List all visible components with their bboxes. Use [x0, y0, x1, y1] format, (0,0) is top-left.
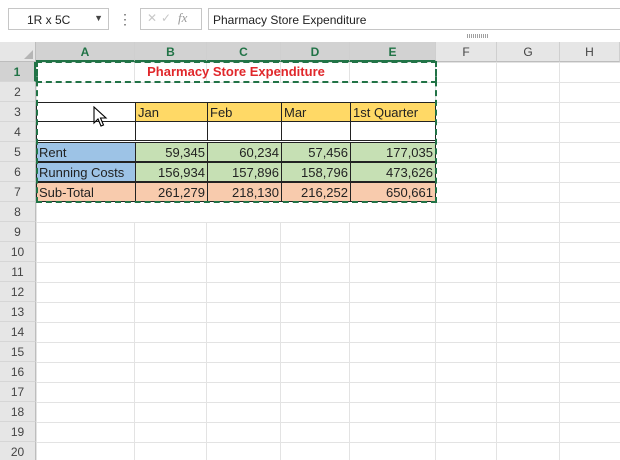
insert-function-icon[interactable]: fx: [178, 10, 187, 26]
formula-value: Pharmacy Store Expenditure: [213, 13, 367, 27]
cell-d4[interactable]: [281, 121, 351, 141]
value-rent-quarter[interactable]: 177,035: [350, 142, 436, 162]
column-header-d[interactable]: D: [281, 42, 350, 62]
row-header-20[interactable]: 20: [0, 442, 36, 460]
row-label-subtotal[interactable]: Sub-Total: [36, 182, 136, 202]
cell-a4[interactable]: [36, 121, 136, 141]
select-all-button[interactable]: [0, 42, 36, 62]
row-header-11[interactable]: 11: [0, 262, 36, 282]
row-label-running-costs[interactable]: Running Costs: [36, 162, 136, 182]
value-subtotal-mar[interactable]: 216,252: [281, 182, 351, 202]
row-header-14[interactable]: 14: [0, 322, 36, 342]
name-box[interactable]: 1R x 5C ▼: [8, 8, 109, 30]
row-header-3[interactable]: 3: [0, 102, 36, 122]
row-header-10[interactable]: 10: [0, 242, 36, 262]
sheet-title-cell[interactable]: Pharmacy Store Expenditure: [36, 62, 436, 82]
row-header-8[interactable]: 8: [0, 202, 36, 222]
value-subtotal-jan[interactable]: 261,279: [135, 182, 208, 202]
row-header-12[interactable]: 12: [0, 282, 36, 302]
formula-actions: ✕ ✓ fx: [140, 8, 202, 30]
month-header-jan[interactable]: Jan: [135, 102, 208, 122]
column-header-c[interactable]: C: [207, 42, 281, 62]
month-header-feb[interactable]: Feb: [207, 102, 282, 122]
formula-bar-area: 1R x 5C ▼ ⋮ ✕ ✓ fx Pharmacy Store Expend…: [0, 0, 620, 40]
value-rent-jan[interactable]: 59,345: [135, 142, 208, 162]
row-header-15[interactable]: 15: [0, 342, 36, 362]
value-running-quarter[interactable]: 473,626: [350, 162, 436, 182]
row-header-18[interactable]: 18: [0, 402, 36, 422]
cancel-icon[interactable]: ✕: [147, 11, 157, 25]
value-rent-feb[interactable]: 60,234: [207, 142, 282, 162]
check-icon[interactable]: ✓: [161, 11, 171, 25]
chevron-down-icon[interactable]: ▼: [94, 13, 103, 23]
row-header-7[interactable]: 7: [0, 182, 36, 202]
row-header-9[interactable]: 9: [0, 222, 36, 242]
formula-bar-resize-handle[interactable]: [467, 34, 489, 38]
row-header-5[interactable]: 5: [0, 142, 36, 162]
row-header-4[interactable]: 4: [0, 122, 36, 142]
cell-e4[interactable]: [350, 121, 436, 141]
column-header-h[interactable]: H: [560, 42, 620, 62]
value-running-mar[interactable]: 158,796: [281, 162, 351, 182]
row-header-1[interactable]: 1: [0, 62, 36, 82]
row-header-2[interactable]: 2: [0, 82, 36, 102]
grid-column-line: [559, 62, 560, 460]
cell-b4[interactable]: [135, 121, 208, 141]
column-header-g[interactable]: G: [497, 42, 560, 62]
value-running-feb[interactable]: 157,896: [207, 162, 282, 182]
spreadsheet-grid: ABCDEFGH 1 2 3 4 5 6 7 8 9 10 11 12 13 14 15 16 17 18 19 20…: [0, 42, 620, 460]
grid-column-line: [496, 62, 497, 460]
month-header-mar[interactable]: Mar: [281, 102, 351, 122]
value-subtotal-quarter[interactable]: 650,661: [350, 182, 436, 202]
cell-a3[interactable]: [36, 102, 136, 122]
row-header-19[interactable]: 19: [0, 422, 36, 442]
column-header-e[interactable]: E: [350, 42, 436, 62]
column-header-f[interactable]: F: [436, 42, 497, 62]
value-running-jan[interactable]: 156,934: [135, 162, 208, 182]
select-all-triangle-icon: [24, 50, 33, 59]
row-header-13[interactable]: 13: [0, 302, 36, 322]
value-rent-mar[interactable]: 57,456: [281, 142, 351, 162]
more-options-icon[interactable]: ⋮: [118, 10, 132, 28]
row-header-6[interactable]: 6: [0, 162, 36, 182]
name-box-value: 1R x 5C: [27, 13, 71, 27]
row-header-17[interactable]: 17: [0, 382, 36, 402]
column-header-a[interactable]: A: [36, 42, 135, 62]
row-header-16[interactable]: 16: [0, 362, 36, 382]
row-label-rent[interactable]: Rent: [36, 142, 136, 162]
month-header-quarter[interactable]: 1st Quarter: [350, 102, 436, 122]
value-subtotal-feb[interactable]: 218,130: [207, 182, 282, 202]
mouse-pointer-icon: [93, 106, 108, 127]
column-header-b[interactable]: B: [135, 42, 207, 62]
formula-input[interactable]: Pharmacy Store Expenditure: [208, 8, 620, 30]
cell-c4[interactable]: [207, 121, 282, 141]
